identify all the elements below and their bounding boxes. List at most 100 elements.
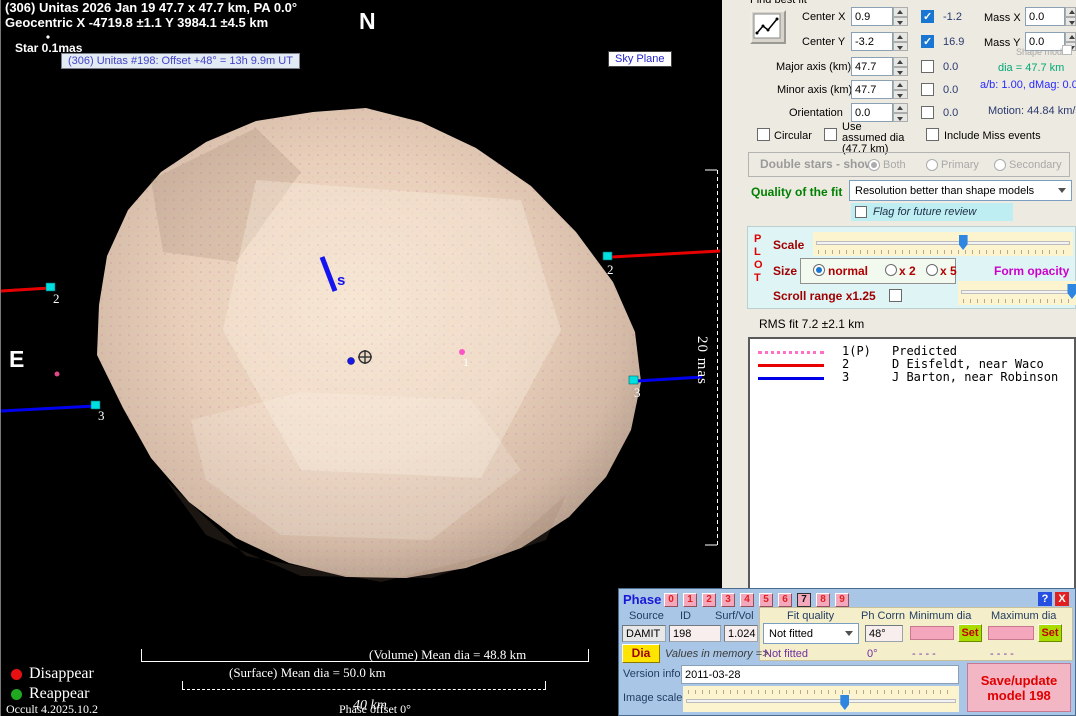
dia-button[interactable]: Dia <box>622 644 660 663</box>
double-stars-primary-radio[interactable] <box>926 159 938 171</box>
chevron-down-icon <box>1058 188 1066 193</box>
phase-button-5[interactable]: 5 <box>759 593 773 607</box>
major-axis-offset-checkbox[interactable] <box>921 60 934 73</box>
compass-north-label: N <box>359 8 376 35</box>
scale-slider[interactable] <box>813 232 1073 256</box>
find-best-fit-title: Find best fit <box>750 0 807 6</box>
mass-x-label: Mass X <box>984 12 1021 24</box>
motion-info: Motion: 44.84 km/s <box>988 105 1076 117</box>
phase-button-2[interactable]: 2 <box>702 593 716 607</box>
mass-x-stepper[interactable] <box>1065 7 1076 26</box>
save-update-model-button[interactable]: Save/updatemodel 198 <box>967 663 1071 712</box>
center-y-input[interactable]: -3.2 <box>851 32 893 51</box>
center-x-input[interactable]: 0.9 <box>851 7 893 26</box>
minor-axis-input[interactable]: 47.7 <box>851 80 893 99</box>
orientation-offset-value: 0.0 <box>943 107 958 119</box>
phase-button-0[interactable]: 0 <box>664 593 678 607</box>
major-axis-input[interactable]: 47.7 <box>851 57 893 76</box>
version-info-input[interactable]: 2011-03-28 <box>681 665 959 684</box>
phase-button-3[interactable]: 3 <box>721 593 735 607</box>
form-opacity-thumb[interactable] <box>1067 284 1076 299</box>
legend-name: Predicted <box>892 344 957 358</box>
shape-model-checkbox[interactable] <box>1062 45 1072 55</box>
find-best-fit-button[interactable] <box>750 10 786 44</box>
source-header: Source <box>629 610 664 622</box>
set-max-dia-button[interactable]: Set <box>1038 624 1062 642</box>
plot-letter: O <box>754 259 763 271</box>
min-dia-header: Minimum dia <box>909 610 971 622</box>
surface-bar-tick <box>182 681 183 689</box>
phase-panel: Phase 0 1 2 3 4 5 6 7 8 9 ? X Source ID … <box>618 588 1076 716</box>
circular-checkbox[interactable] <box>757 128 770 141</box>
memory-ph-corr: 0° <box>867 648 878 660</box>
set-min-dia-button[interactable]: Set <box>958 624 982 642</box>
chord-2-left-line <box>1 288 50 291</box>
volume-dia-bar <box>141 661 589 662</box>
minor-axis-stepper[interactable] <box>893 80 908 99</box>
surface-dia-label: (Surface) Mean dia = 50.0 km <box>229 665 386 681</box>
center-y-stepper[interactable] <box>893 32 908 51</box>
fit-quality-dropdown[interactable]: Not fitted <box>763 623 859 644</box>
major-axis-stepper[interactable] <box>893 57 908 76</box>
minor-axis-label: Minor axis (km) <box>777 84 852 96</box>
max-dia-header: Maximum dia <box>991 610 1056 622</box>
legend-key: 3 <box>842 370 849 384</box>
phase-button-1[interactable]: 1 <box>683 593 697 607</box>
use-assumed-dia-checkbox[interactable] <box>824 128 837 141</box>
mass-x-input[interactable]: 0.0 <box>1025 7 1065 26</box>
center-y-offset-checkbox[interactable] <box>921 35 934 48</box>
occult-window: (306) Unitas 2026 Jan 19 47.7 x 47.7 km,… <box>0 0 1076 716</box>
scale-slider-thumb[interactable] <box>959 235 968 250</box>
phase-button-7[interactable]: 7 <box>797 593 811 607</box>
scroll-range-checkbox[interactable] <box>889 289 902 302</box>
size-normal-radio[interactable] <box>813 264 825 276</box>
double-stars-secondary-label: Secondary <box>1009 159 1062 171</box>
image-scale-slider[interactable] <box>683 686 959 712</box>
quality-of-fit-value: Resolution better than shape models <box>855 185 1034 197</box>
surfvol-value: 1.024 <box>724 625 758 642</box>
orientation-label: Orientation <box>789 107 843 119</box>
max-dia-field[interactable] <box>988 626 1034 640</box>
orientation-stepper[interactable] <box>893 103 908 122</box>
flag-review-label: Flag for future review <box>873 206 976 218</box>
chord-2-right-marker[interactable] <box>603 252 612 260</box>
orientation-input[interactable]: 0.0 <box>851 103 893 122</box>
size-x2-radio[interactable] <box>885 264 897 276</box>
size-x5-radio[interactable] <box>926 264 938 276</box>
chord-2-right-line <box>612 251 720 257</box>
chord-3-right-marker[interactable] <box>629 376 638 384</box>
include-miss-checkbox[interactable] <box>926 128 939 141</box>
include-miss-label: Include Miss events <box>944 130 1041 142</box>
fitted-center-dot[interactable] <box>348 358 355 365</box>
orientation-offset-checkbox[interactable] <box>921 106 934 119</box>
minor-axis-offset-value: 0.0 <box>943 84 958 96</box>
plot-letter: T <box>754 272 761 284</box>
reappear-dot-icon <box>11 689 22 700</box>
minor-axis-offset-checkbox[interactable] <box>921 83 934 96</box>
flag-review-checkbox[interactable] <box>855 206 867 218</box>
form-opacity-slider[interactable] <box>958 281 1076 305</box>
phase-button-6[interactable]: 6 <box>778 593 792 607</box>
center-y-offset-value: 16.9 <box>943 36 964 48</box>
plot-letter: P <box>754 233 761 245</box>
help-button[interactable]: ? <box>1038 592 1052 606</box>
phase-button-9[interactable]: 9 <box>835 593 849 607</box>
legend-key: 2 <box>842 357 849 371</box>
image-scale-thumb[interactable] <box>840 695 849 710</box>
center-x-offset-checkbox[interactable] <box>921 10 934 23</box>
phase-button-4[interactable]: 4 <box>740 593 754 607</box>
predicted-station-dot <box>55 372 60 377</box>
sky-plane-button[interactable]: Sky Plane <box>608 51 672 67</box>
min-dia-field[interactable] <box>910 626 954 640</box>
chord-2-right-label: 2 <box>607 262 614 278</box>
spin-axis-label: s <box>337 272 345 289</box>
quality-of-fit-label: Quality of the fit <box>751 185 842 199</box>
double-stars-both-radio[interactable] <box>868 159 880 171</box>
double-stars-secondary-radio[interactable] <box>994 159 1006 171</box>
phase-button-8[interactable]: 8 <box>816 593 830 607</box>
chord-2-left-marker[interactable] <box>46 283 55 291</box>
quality-of-fit-dropdown[interactable]: Resolution better than shape models <box>849 180 1072 201</box>
close-button[interactable]: X <box>1055 592 1069 606</box>
center-x-stepper[interactable] <box>893 7 908 26</box>
version-info-label: Version info <box>623 668 680 680</box>
